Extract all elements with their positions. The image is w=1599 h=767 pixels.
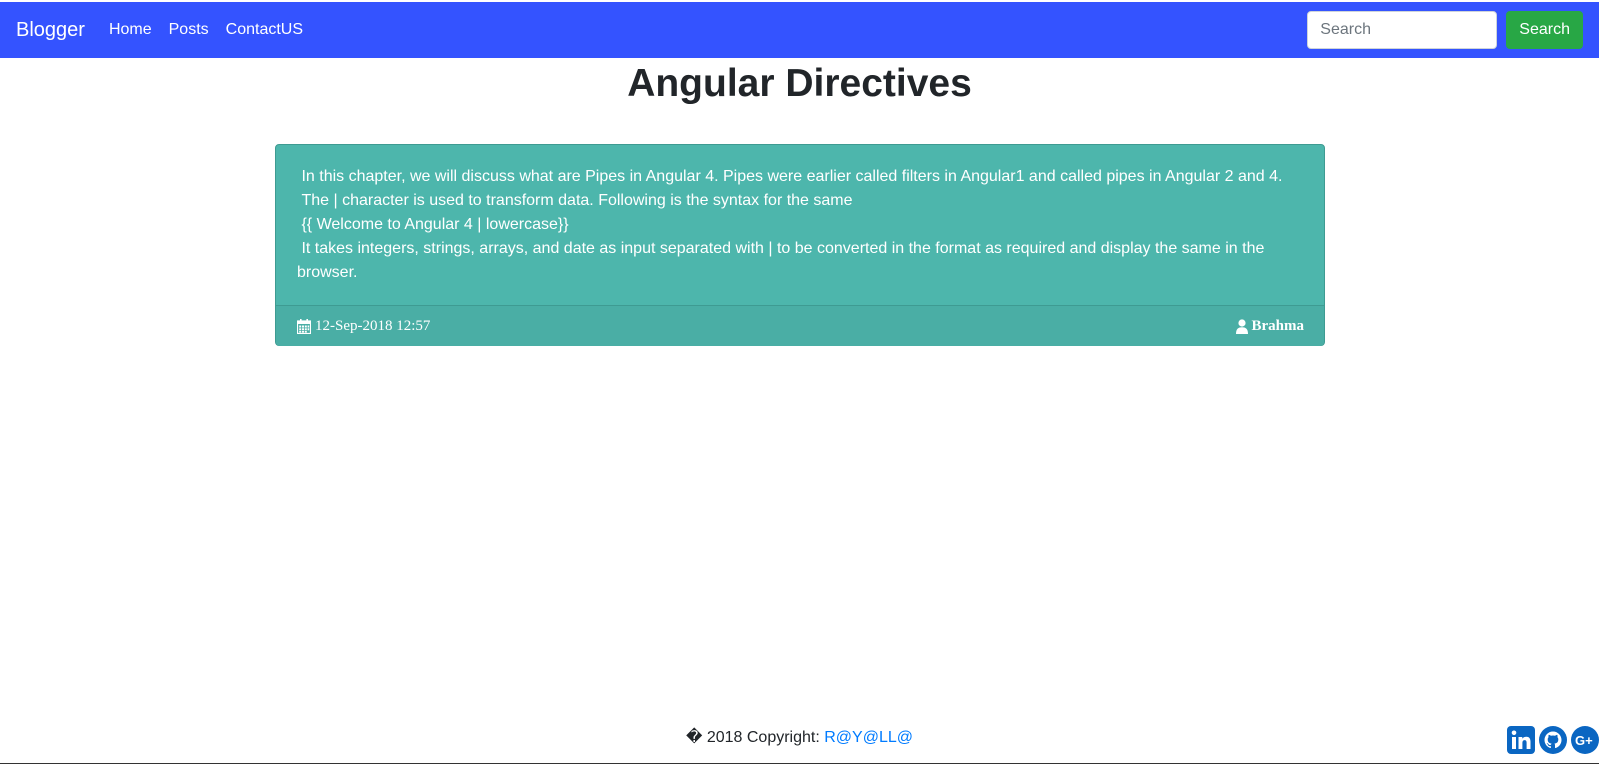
post-author: Brahma <box>1235 317 1305 335</box>
copyright-link[interactable]: R@Y@LL@ <box>824 729 913 746</box>
nav-link-contactus[interactable]: ContactUS <box>226 21 303 39</box>
user-icon <box>1235 318 1248 334</box>
post-card: In this chapter, we will discuss what ar… <box>275 144 1325 346</box>
brand-link[interactable]: Blogger <box>16 19 85 42</box>
post-author-text: Brahma <box>1251 317 1305 334</box>
footer-copyright: � 2018 Copyright: R@Y@LL@ <box>0 727 1599 747</box>
page: Blogger Home Posts ContactUS Search Angu… <box>0 0 1599 767</box>
post-body: In this chapter, we will discuss what ar… <box>276 145 1324 306</box>
bottom-divider <box>0 763 1599 764</box>
post-line: {{ Welcome to Angular 4 | lowercase}} <box>297 216 569 233</box>
social-links: G+ <box>1503 726 1599 754</box>
navbar: Blogger Home Posts ContactUS Search <box>0 2 1599 58</box>
copyright-text: � 2018 Copyright: <box>685 729 825 746</box>
github-icon[interactable] <box>1539 726 1567 754</box>
linkedin-icon[interactable] <box>1507 726 1535 754</box>
page-title: Angular Directives <box>627 62 972 105</box>
svg-text:G+: G+ <box>1575 733 1593 748</box>
calendar-icon <box>297 318 311 334</box>
post-footer: 12-Sep-2018 12:57 Brahma <box>276 306 1324 346</box>
search-button[interactable]: Search <box>1506 11 1583 49</box>
post-date-text: 12-Sep-2018 12:57 <box>315 317 431 334</box>
nav-link-posts[interactable]: Posts <box>169 21 209 39</box>
post-line: In this chapter, we will discuss what ar… <box>297 168 1283 185</box>
post-line: It takes integers, strings, arrays, and … <box>297 240 1269 281</box>
google-plus-icon[interactable]: G+ <box>1571 726 1599 754</box>
nav-link-home[interactable]: Home <box>109 21 152 39</box>
post-date: 12-Sep-2018 12:57 <box>297 318 430 335</box>
post-line: The | character is used to transform dat… <box>297 192 853 209</box>
search-input[interactable] <box>1307 11 1498 49</box>
